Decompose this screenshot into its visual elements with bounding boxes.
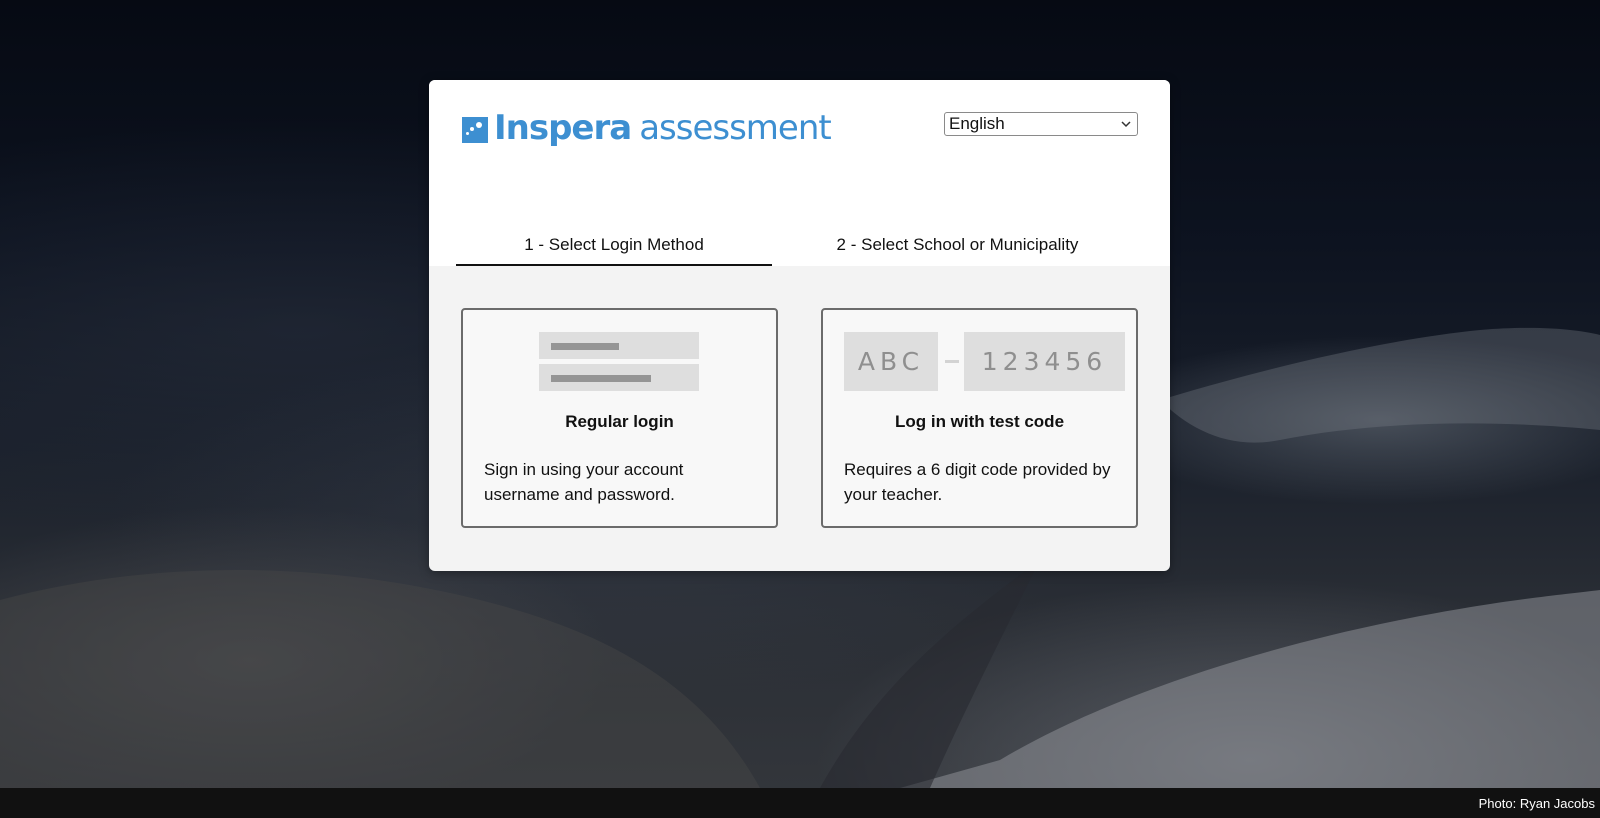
password-field-illustration [539,364,699,391]
logo-product-text: assessment [639,108,832,148]
login-card: Inspera assessment English 1 - Select Lo… [429,80,1170,571]
regular-login-option[interactable]: Regular login Sign in using your account… [461,308,778,528]
logo-brand-text: Inspera [494,108,632,148]
test-code-login-title: Log in with test code [894,412,1065,431]
regular-login-description: Sign in using your account username and … [484,460,684,504]
step-select-school[interactable]: 2 - Select School or Municipality [772,230,1143,266]
card-header: Inspera assessment English 1 - Select Lo… [429,80,1170,266]
test-code-login-option[interactable]: ABC 123456 Log in with test code Require… [821,308,1138,528]
code-prefix-illustration: ABC [844,332,938,391]
logo-mark-icon [462,117,488,143]
username-field-illustration [539,332,699,359]
code-digits-illustration: 123456 [964,332,1125,391]
language-select[interactable]: English [944,112,1138,136]
test-code-login-description: Requires a 6 digit code provided by your… [844,460,1111,504]
inspera-logo: Inspera assessment [462,106,832,150]
chevron-down-icon [1121,113,1131,142]
code-dash-illustration [945,360,959,363]
regular-login-title: Regular login [565,412,674,431]
photo-credit: Photo: Ryan Jacobs [1478,796,1595,811]
login-steps: 1 - Select Login Method 2 - Select Schoo… [456,230,1143,266]
step-select-login-method[interactable]: 1 - Select Login Method [456,230,772,266]
language-select-value: English [949,114,1005,133]
footer-bar: Photo: Ryan Jacobs [0,788,1600,818]
